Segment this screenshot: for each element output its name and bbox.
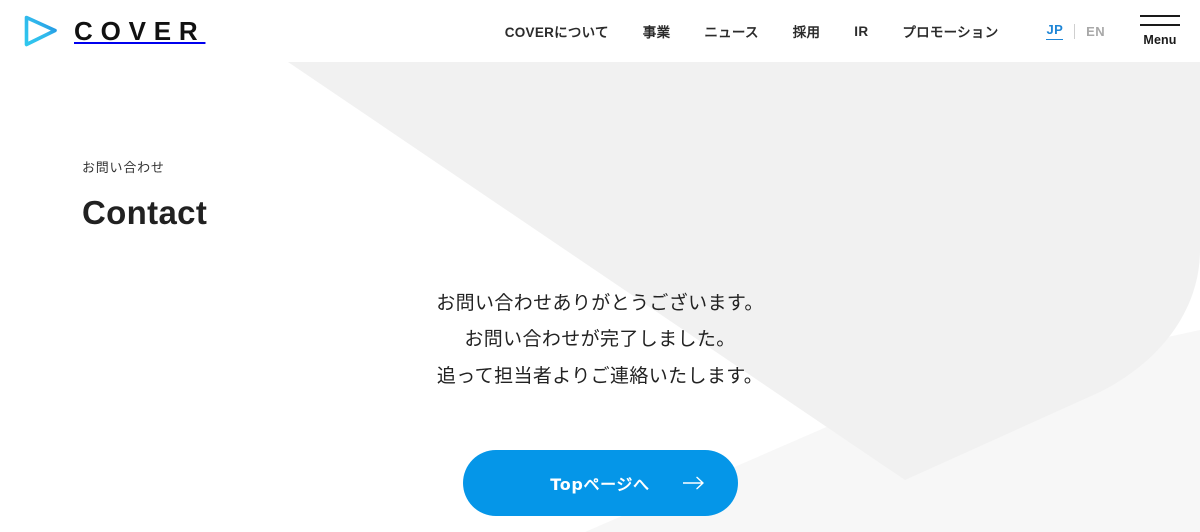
nav-item-ir[interactable]: IR xyxy=(854,24,868,39)
nav-item-business[interactable]: 事業 xyxy=(643,21,671,41)
main-navigation: COVERについて 事業 ニュース 採用 IR プロモーション JP EN Me… xyxy=(505,0,1200,62)
lang-option-en[interactable]: EN xyxy=(1086,24,1105,39)
top-page-button[interactable]: Topページへ xyxy=(462,450,738,517)
language-switcher: JP EN xyxy=(1046,22,1105,40)
brand-wordmark: COVER xyxy=(74,16,206,46)
nav-item-promotion[interactable]: プロモーション xyxy=(902,21,998,41)
completion-message: お問い合わせありがとうございます。 お問い合わせが完了しました。 追って担当者よ… xyxy=(436,285,764,394)
contact-completion-section: お問い合わせありがとうございます。 お問い合わせが完了しました。 追って担当者よ… xyxy=(0,285,1200,517)
page-heading: お問い合わせ Contact xyxy=(82,160,207,231)
page-title: Contact xyxy=(82,194,208,232)
lang-option-jp[interactable]: JP xyxy=(1046,22,1064,40)
page-eyebrow: お問い合わせ xyxy=(82,161,165,176)
hamburger-menu-icon-bar-2 xyxy=(1140,24,1180,26)
hamburger-menu-button[interactable]: Menu xyxy=(1137,15,1183,47)
completion-message-line-2: お問い合わせが完了しました。 xyxy=(464,328,736,351)
lang-divider xyxy=(1074,23,1076,39)
completion-message-line-3: 追って担当者よりご連絡いたします。 xyxy=(436,364,764,387)
brand-logo[interactable]: COVER xyxy=(18,0,205,62)
nav-item-about[interactable]: COVERについて xyxy=(505,21,609,41)
top-page-button-label: Topページへ xyxy=(550,475,650,495)
completion-message-line-1: お問い合わせありがとうございます。 xyxy=(436,292,764,314)
site-header: COVER COVERについて 事業 ニュース 採用 IR プロモーション JP… xyxy=(0,0,1200,62)
nav-item-recruit[interactable]: 採用 xyxy=(793,21,821,41)
play-triangle-logo-icon xyxy=(24,15,57,47)
nav-item-news[interactable]: ニュース xyxy=(704,21,758,41)
menu-button-label: Menu xyxy=(1143,32,1177,47)
hamburger-menu-icon xyxy=(1140,15,1180,17)
arrow-right-icon xyxy=(682,477,704,490)
